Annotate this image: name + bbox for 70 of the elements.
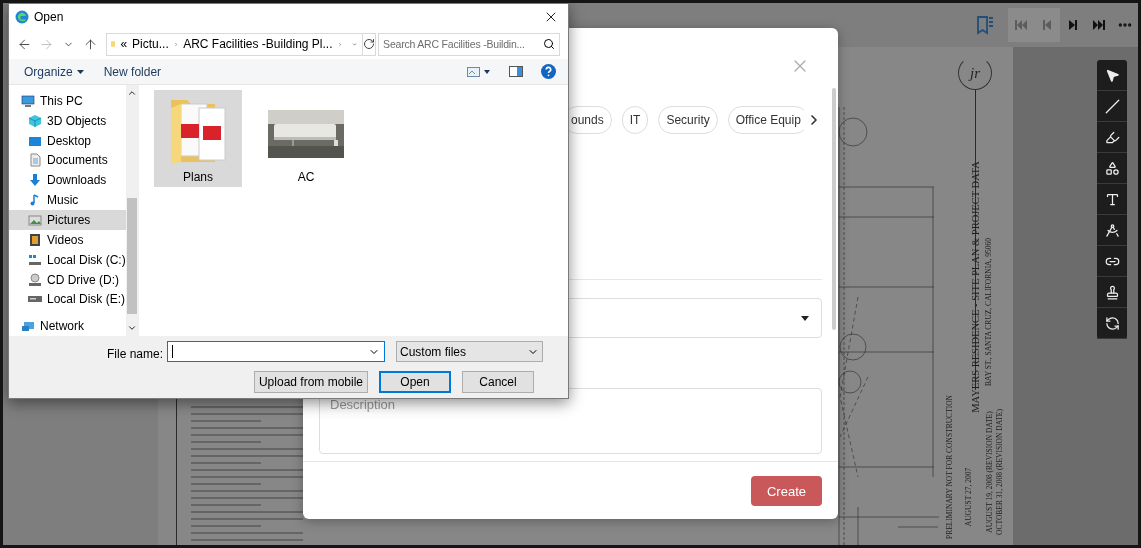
cube-icon [28,113,42,128]
film-icon [28,232,42,247]
dialog-button[interactable]: Upload from mobile [253,371,368,393]
field-label: File name: [106,347,164,361]
breadcrumb[interactable]: Pictu... [132,37,169,51]
command-button[interactable]: New folder [103,64,162,79]
file-item[interactable]: Plans [154,90,242,187]
create-button[interactable]: Create [751,476,822,506]
nav-item[interactable]: Documents [9,150,126,171]
search-icon [543,37,555,50]
computer-icon [21,93,35,108]
scrollbar[interactable] [125,85,139,336]
nav-item[interactable]: Pictures [9,210,126,230]
pane-icon [509,66,523,77]
compass-icon [1104,222,1120,238]
breadcrumb-overflow[interactable]: « [120,37,128,51]
refresh-button[interactable] [362,33,376,55]
category-chip[interactable]: Security [658,106,718,134]
file-name-field[interactable] [167,341,385,362]
sheet-title: MAYERS RESIDENCE - SITE PLAN & PROJECT DATA [970,161,982,413]
dialog-button[interactable]: Cancel [462,371,534,393]
scroll-up-icon[interactable] [127,88,138,98]
network-icon [21,319,35,334]
nav-item[interactable]: 3D Objects [9,110,126,131]
document-icon [28,153,42,168]
caret-icon [801,315,809,321]
help-icon [540,64,556,79]
browser-icon [15,9,29,24]
nav-item[interactable]: Local Disk (E:) [9,289,126,310]
disc-drive-icon [28,272,42,287]
bookmark-list-icon [976,15,994,35]
drive-icon [28,296,42,303]
search-field[interactable]: Search ARC Facilities -Buildin... [378,32,560,56]
dialog-title: Open [34,9,65,24]
scrollbar[interactable] [832,88,836,330]
command-button[interactable]: Organize [24,64,84,79]
pointer-icon [1104,67,1120,83]
text-icon [1104,191,1120,207]
forward-arrow-icon [39,36,55,52]
nav-item[interactable]: Music [9,190,126,211]
file-item[interactable]: AC [262,90,350,187]
shapes-icon [1104,160,1120,176]
system-disk-icon [28,252,42,267]
pen-icon [1104,129,1120,145]
caret-icon [76,69,84,74]
previous-page-icon [1040,18,1054,32]
rotate-icon [1104,315,1120,331]
view-icon [467,66,491,77]
breadcrumb[interactable]: ARC Facilities -Building Pl... [183,37,333,51]
nav-item[interactable]: Desktop [9,130,126,151]
first-page-icon [1014,18,1028,32]
nav-item[interactable]: Downloads [9,170,126,191]
nav-item[interactable]: Local Disk (C:) [9,249,126,270]
category-chip[interactable]: Office Equip [727,106,804,134]
nav-item[interactable]: Network [9,316,126,337]
pictures-icon [28,213,42,227]
dialog-button[interactable]: Open [379,371,451,393]
refresh-icon [363,38,376,50]
next-page-icon [1066,18,1080,32]
category-chip[interactable]: IT [621,106,649,134]
download-icon [28,173,42,188]
file-type-select[interactable]: Custom files [396,341,543,362]
nav-item[interactable]: CD Drive (D:) [9,269,126,290]
nav-item[interactable]: Videos [9,229,126,250]
scroll-down-icon[interactable] [127,323,138,333]
last-page-icon [1092,18,1106,32]
nav-item[interactable]: This PC [9,91,126,111]
address-bar[interactable]: « Pictu... ARC Facilities -Building Pl... [106,32,377,56]
stamp-icon [1104,284,1120,300]
line-icon [1104,98,1120,114]
